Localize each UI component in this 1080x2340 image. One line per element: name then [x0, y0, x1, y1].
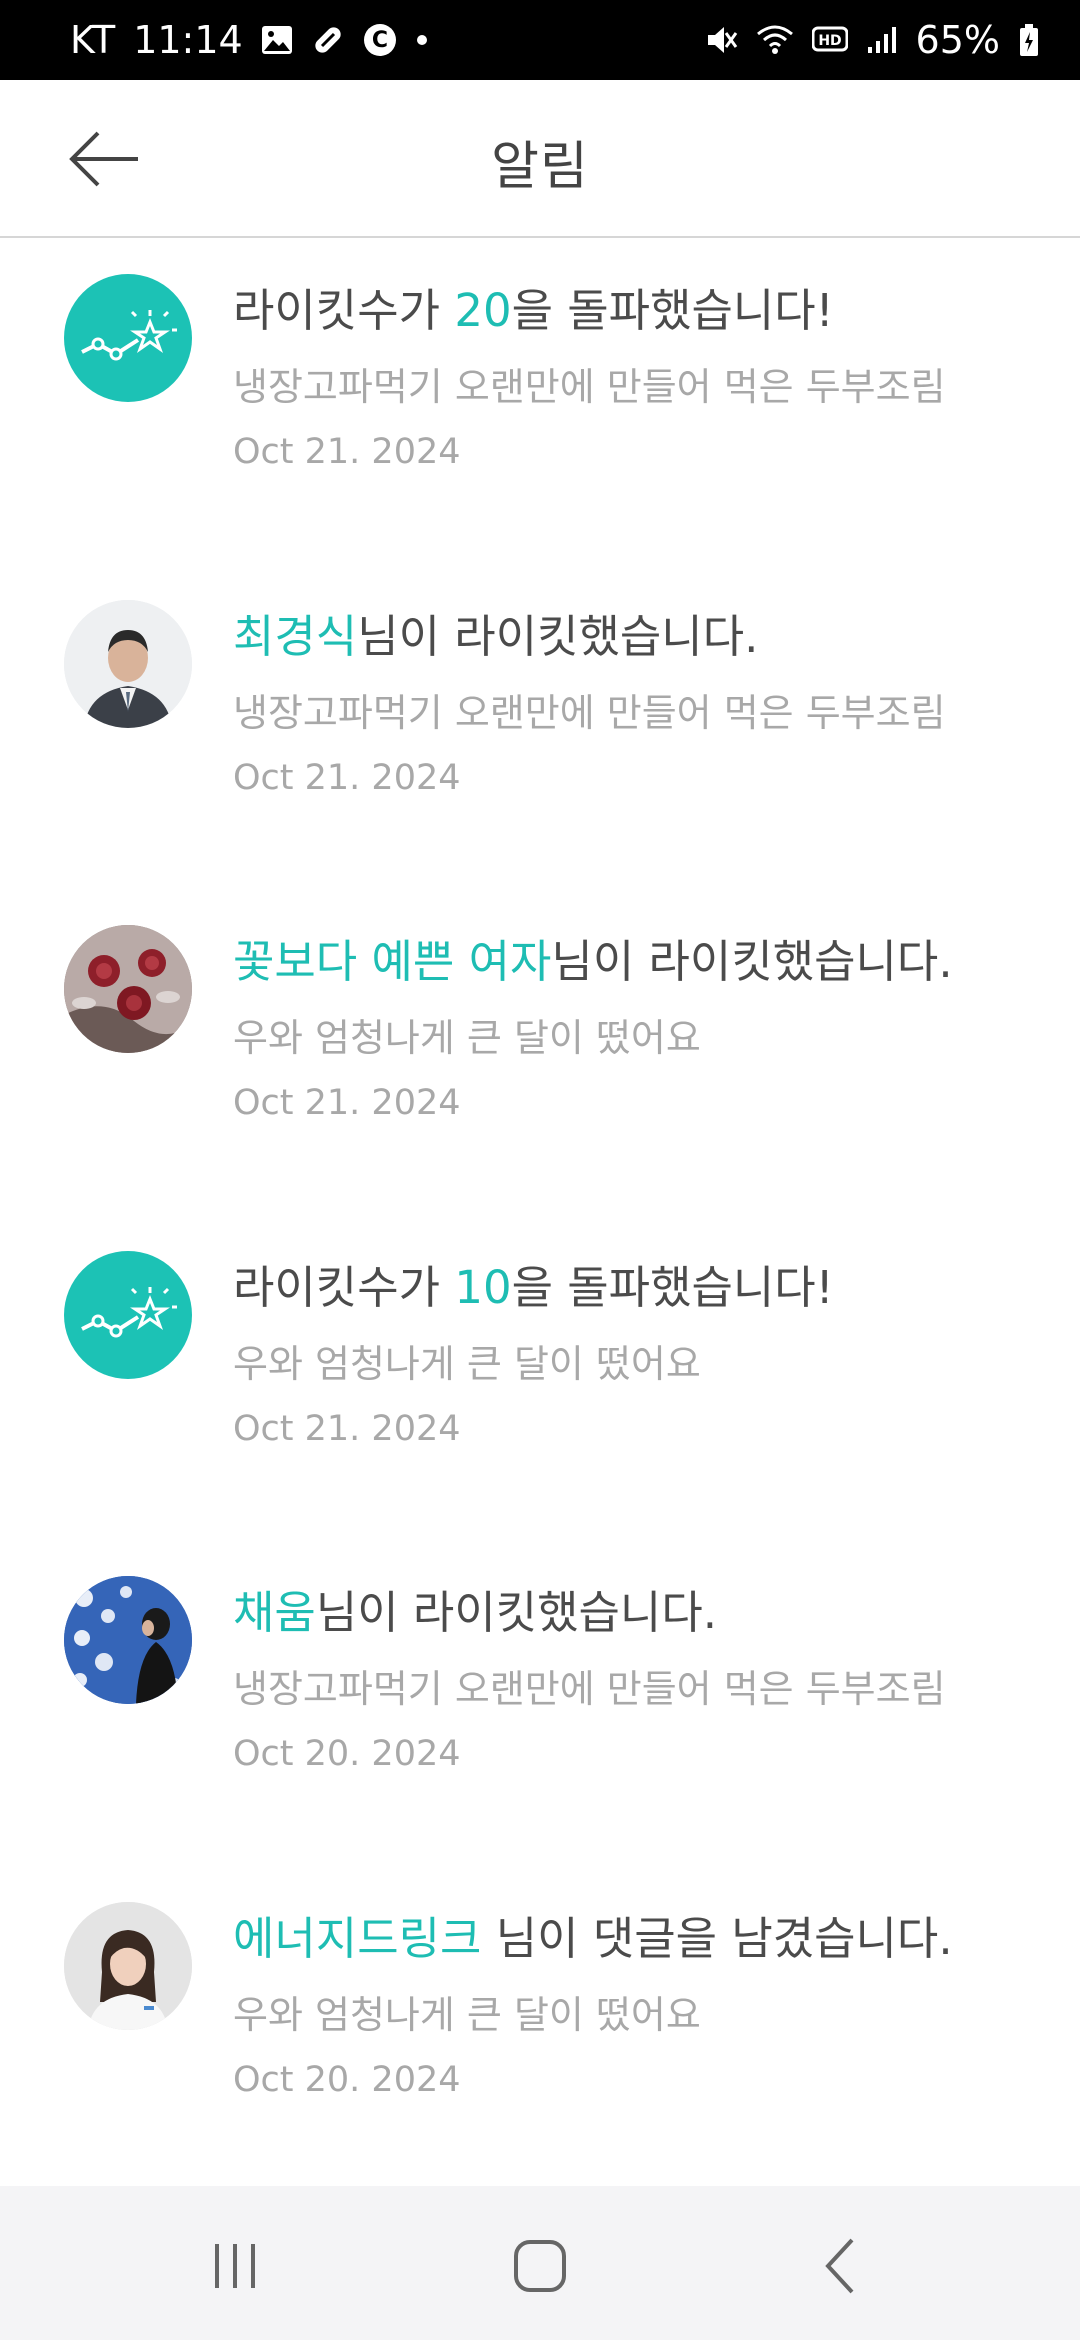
notification-item[interactable]: 라이킷수가 10을 돌파했습니다! 우와 엄청나게 큰 달이 떴어요 Oct 2…	[0, 1215, 1080, 1535]
home-icon	[514, 2240, 566, 2292]
app-bar: 알림	[0, 80, 1080, 238]
back-chevron-icon	[825, 2238, 854, 2294]
notification-title: 라이킷수가 20을 돌파했습니다!	[233, 284, 834, 337]
pill-icon	[311, 23, 345, 57]
recent-apps-button[interactable]	[190, 2226, 280, 2306]
notification-date: Oct 20. 2024	[233, 1734, 461, 1774]
gallery-icon	[261, 25, 293, 55]
battery-charging-icon	[1018, 23, 1040, 57]
milestone-chart-icon	[64, 274, 192, 402]
system-nav-bar	[0, 2186, 1080, 2340]
notification-date: Oct 20. 2024	[233, 2060, 461, 2100]
notification-date: Oct 21. 2024	[233, 432, 461, 472]
status-bar: KT 11:14 C HD 65%	[0, 0, 1080, 80]
notification-date: Oct 21. 2024	[233, 1409, 461, 1449]
notification-title: 채움님이 라이킷했습니다.	[233, 1586, 718, 1639]
notification-subtitle: 냉장고파먹기 오랜만에 만들어 먹은 두부조림	[233, 365, 946, 409]
svg-text:C: C	[372, 28, 388, 53]
notification-title: 꽃보다 예쁜 여자님이 라이킷했습니다.	[233, 935, 953, 988]
mute-icon	[704, 23, 738, 57]
notification-subtitle: 냉장고파먹기 오랜만에 만들어 먹은 두부조림	[233, 1667, 946, 1711]
user-name-link[interactable]: 채움	[233, 1586, 316, 1639]
notification-item[interactable]: 채움님이 라이킷했습니다. 냉장고파먹기 오랜만에 만들어 먹은 두부조림 Oc…	[0, 1540, 1080, 1860]
avatar[interactable]	[64, 600, 192, 728]
user-name-link[interactable]: 최경식	[233, 610, 357, 663]
notification-item[interactable]: 최경식님이 라이킷했습니다. 냉장고파먹기 오랜만에 만들어 먹은 두부조림 O…	[0, 564, 1080, 884]
notification-item[interactable]: 라이킷수가 20을 돌파했습니다! 냉장고파먹기 오랜만에 만들어 먹은 두부조…	[0, 238, 1080, 558]
notification-title: 최경식님이 라이킷했습니다.	[233, 610, 759, 663]
clock: 11:14	[133, 18, 243, 62]
notification-dot-icon	[415, 33, 429, 47]
notification-title: 라이킷수가 10을 돌파했습니다!	[233, 1261, 834, 1314]
avatar[interactable]	[64, 1902, 192, 2030]
notification-item[interactable]: 에너지드링크 님이 댓글을 남겼습니다. 우와 엄청나게 큰 달이 떴어요 Oc…	[0, 1866, 1080, 2186]
page-title: 알림	[491, 137, 589, 197]
hd-voice-icon: HD	[811, 26, 848, 54]
carrier-label: KT	[70, 18, 116, 62]
user-name-link[interactable]: 에너지드링크	[233, 1912, 481, 1965]
notification-item[interactable]: 꽃보다 예쁜 여자님이 라이킷했습니다. 우와 엄청나게 큰 달이 떴어요 Oc…	[0, 889, 1080, 1209]
highlight-text: 20	[454, 284, 512, 337]
home-button[interactable]	[495, 2226, 585, 2306]
milestone-chart-icon	[64, 1251, 192, 1379]
wifi-icon	[756, 24, 794, 56]
recent-apps-icon	[215, 2244, 255, 2288]
c-app-icon: C	[363, 23, 397, 57]
svg-text:HD: HD	[818, 33, 841, 49]
avatar[interactable]	[64, 925, 192, 1053]
notification-subtitle: 냉장고파먹기 오랜만에 만들어 먹은 두부조림	[233, 691, 946, 735]
notification-subtitle: 우와 엄청나게 큰 달이 떴어요	[233, 1993, 701, 2037]
notification-date: Oct 21. 2024	[233, 1083, 461, 1123]
notification-subtitle: 우와 엄청나게 큰 달이 떴어요	[233, 1342, 701, 1386]
battery-percent: 65%	[915, 18, 1000, 62]
notification-subtitle: 우와 엄청나게 큰 달이 떴어요	[233, 1016, 701, 1060]
notification-title: 에너지드링크 님이 댓글을 남겼습니다.	[233, 1912, 953, 1965]
back-nav-button[interactable]	[795, 2226, 885, 2306]
highlight-text: 10	[454, 1261, 512, 1314]
user-name-link[interactable]: 꽃보다 예쁜 여자	[233, 935, 551, 988]
signal-icon	[866, 25, 898, 55]
notification-date: Oct 21. 2024	[233, 758, 461, 798]
avatar[interactable]	[64, 1576, 192, 1704]
